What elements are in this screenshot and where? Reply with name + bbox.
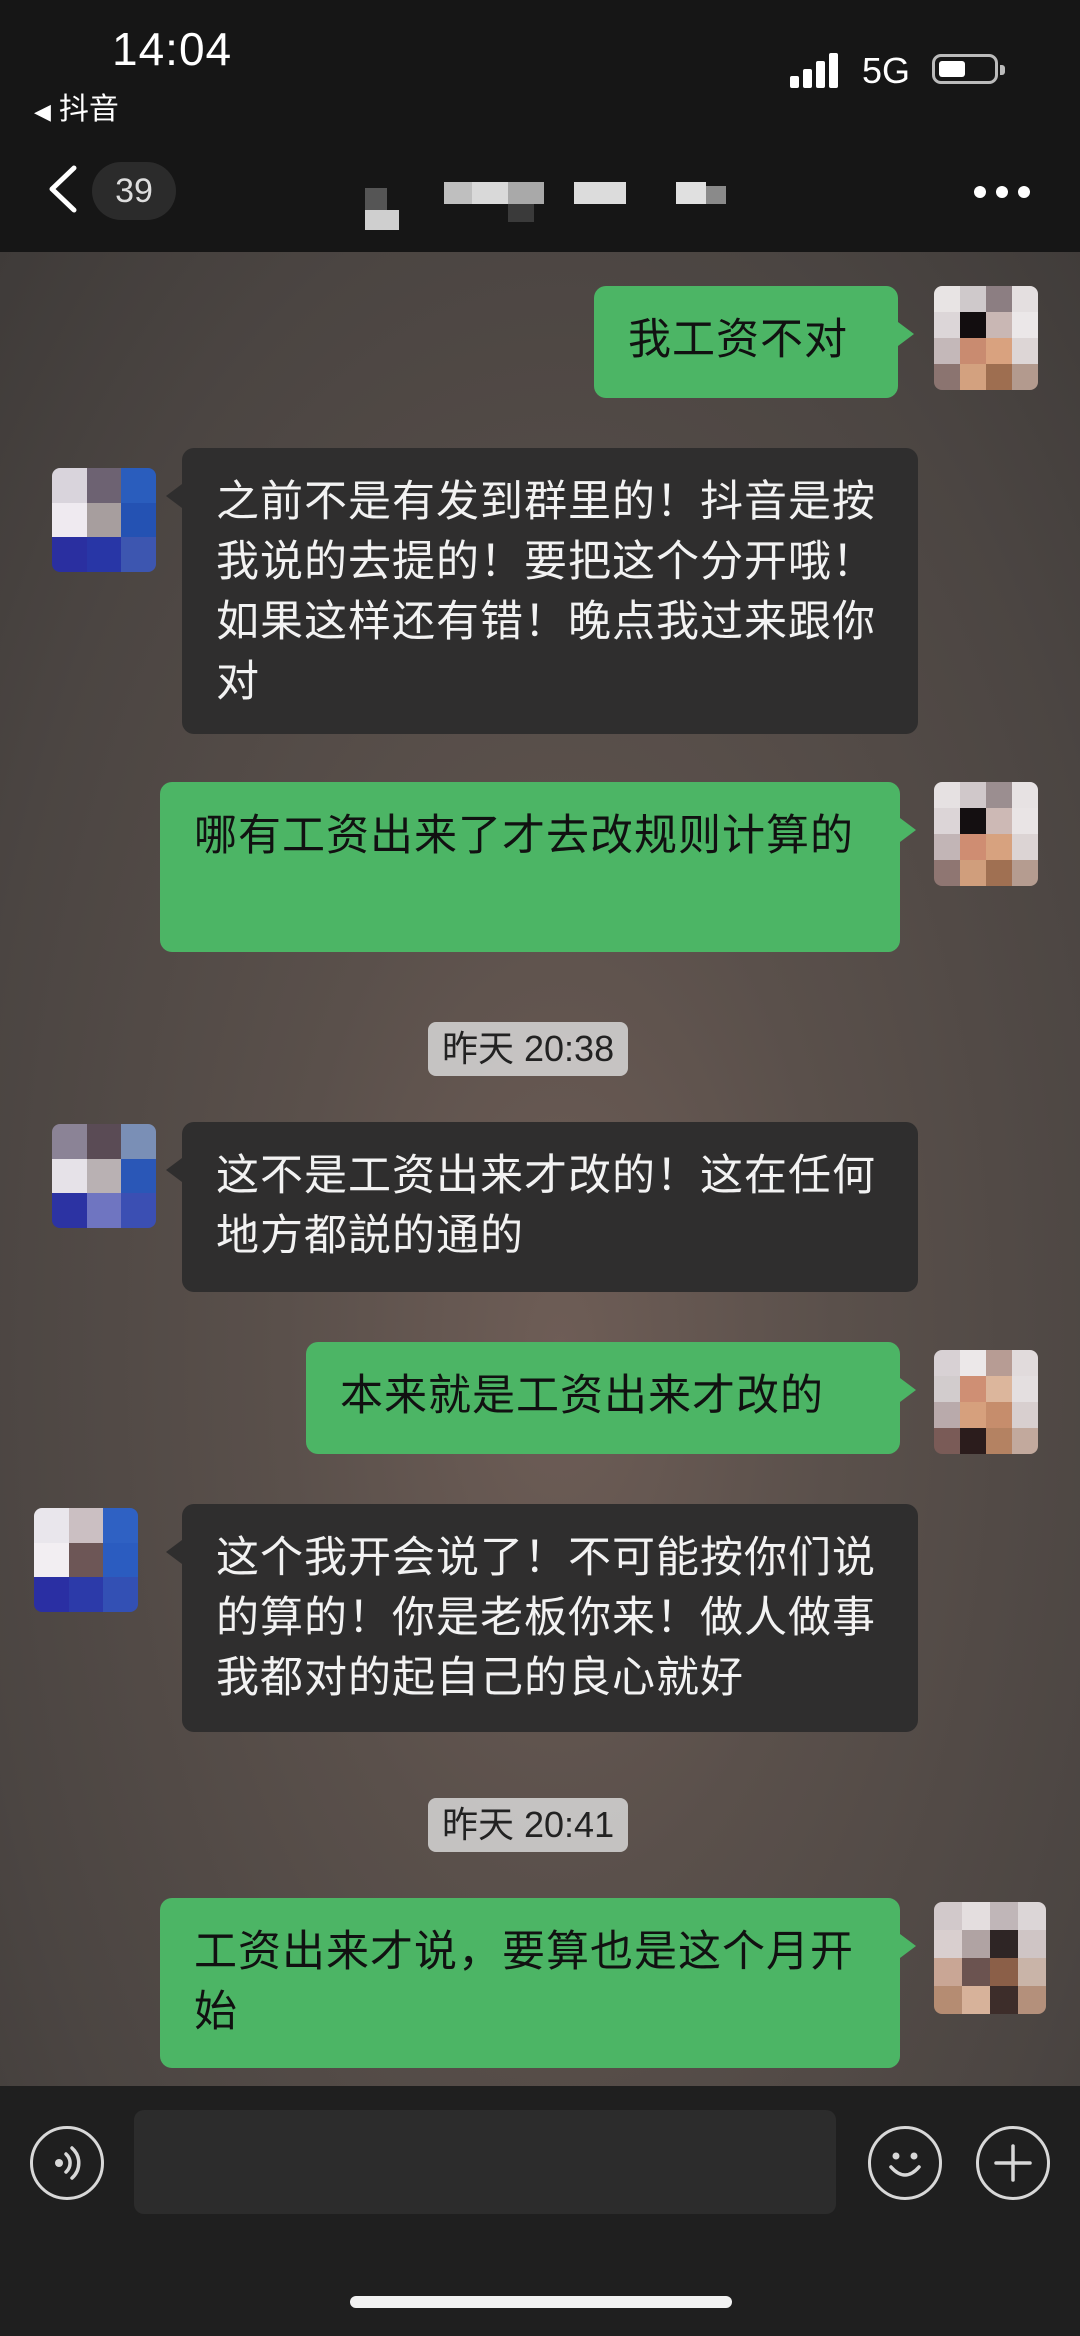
more-dots-icon[interactable] bbox=[974, 186, 1030, 200]
message-text: 这不是工资出来才改的！这在任何地方都説的通的 bbox=[216, 1151, 876, 1261]
my-avatar[interactable] bbox=[934, 1350, 1038, 1454]
my-avatar[interactable] bbox=[934, 286, 1038, 390]
message-input[interactable] bbox=[134, 2110, 836, 2214]
outgoing-message-bubble[interactable]: 本来就是工资出来才改的 bbox=[306, 1342, 916, 1454]
back-to-app-link[interactable]: ◀ 抖音 bbox=[34, 84, 119, 128]
message-text: 这个我开会说了！不可能按你们说的算的！你是老板你来！做人做事我都对的起自己的良心… bbox=[216, 1533, 876, 1703]
chat-message-list[interactable]: 我工资不对 之前不是有发到群里的！抖音是按我说的去提的！要把这个分开哦！如果这样… bbox=[0, 252, 1080, 2086]
plus-icon[interactable] bbox=[976, 2126, 1050, 2200]
message-text: 我工资不对 bbox=[628, 315, 848, 365]
emoji-icon[interactable] bbox=[868, 2126, 942, 2200]
emoji-icon-graphic bbox=[889, 2152, 921, 2177]
timestamp-label: 昨天 20:41 bbox=[428, 1798, 629, 1852]
battery-icon bbox=[932, 54, 1005, 84]
contact-avatar[interactable] bbox=[52, 468, 156, 572]
message-text: 本来就是工资出来才改的 bbox=[340, 1371, 824, 1421]
back-app-label: 抖音 bbox=[58, 92, 119, 127]
incoming-message-bubble[interactable]: 这个我开会说了！不可能按你们说的算的！你是老板你来！做人做事我都对的起自己的良心… bbox=[166, 1504, 918, 1732]
incoming-message-bubble[interactable]: 这不是工资出来才改的！这在任何地方都説的通的 bbox=[166, 1122, 918, 1292]
status-time: 14:04 bbox=[112, 23, 233, 75]
signal-icon bbox=[790, 52, 844, 88]
message-text: 工资出来才说，要算也是这个月开始 bbox=[194, 1927, 854, 2037]
home-indicator[interactable] bbox=[350, 2296, 732, 2308]
back-triangle-icon: ◀ bbox=[34, 100, 51, 125]
chat-title-redacted bbox=[360, 182, 760, 230]
outgoing-message-bubble[interactable]: 哪有工资出来了才去改规则计算的 bbox=[160, 782, 916, 952]
unread-count-badge[interactable]: 39 bbox=[92, 162, 176, 220]
timestamp-label: 昨天 20:38 bbox=[428, 1022, 629, 1076]
voice-icon[interactable] bbox=[30, 2126, 104, 2200]
message-text: 哪有工资出来了才去改规则计算的 bbox=[194, 811, 854, 861]
status-bar: 14:04 ◀ 抖音 5G bbox=[0, 0, 1080, 130]
chevron-left-icon[interactable] bbox=[44, 164, 84, 214]
voice-icon-graphic bbox=[55, 2146, 81, 2180]
contact-avatar[interactable] bbox=[52, 1124, 156, 1228]
outgoing-message-bubble[interactable]: 工资出来才说，要算也是这个月开始 bbox=[160, 1898, 916, 2068]
message-text: 之前不是有发到群里的！抖音是按我说的去提的！要把这个分开哦！如果这样还有错！晚点… bbox=[216, 477, 876, 707]
outgoing-message-bubble[interactable]: 我工资不对 bbox=[594, 286, 914, 398]
incoming-message-bubble[interactable]: 之前不是有发到群里的！抖音是按我说的去提的！要把这个分开哦！如果这样还有错！晚点… bbox=[166, 448, 918, 734]
my-avatar[interactable] bbox=[934, 1902, 1046, 2014]
network-label: 5G bbox=[862, 50, 911, 91]
contact-avatar[interactable] bbox=[34, 1508, 138, 1612]
plus-icon-graphic bbox=[994, 2144, 1032, 2182]
chat-header: 39 bbox=[0, 130, 1080, 252]
my-avatar[interactable] bbox=[934, 782, 1038, 886]
